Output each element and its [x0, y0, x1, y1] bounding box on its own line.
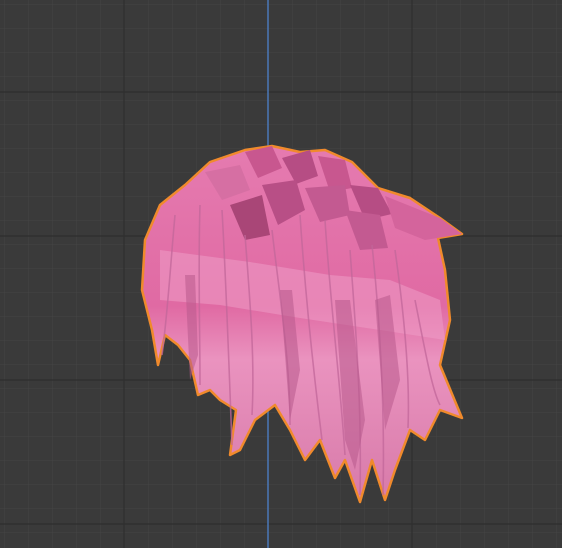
3d-viewport[interactable]	[0, 0, 562, 548]
viewport-canvas[interactable]	[0, 0, 562, 548]
